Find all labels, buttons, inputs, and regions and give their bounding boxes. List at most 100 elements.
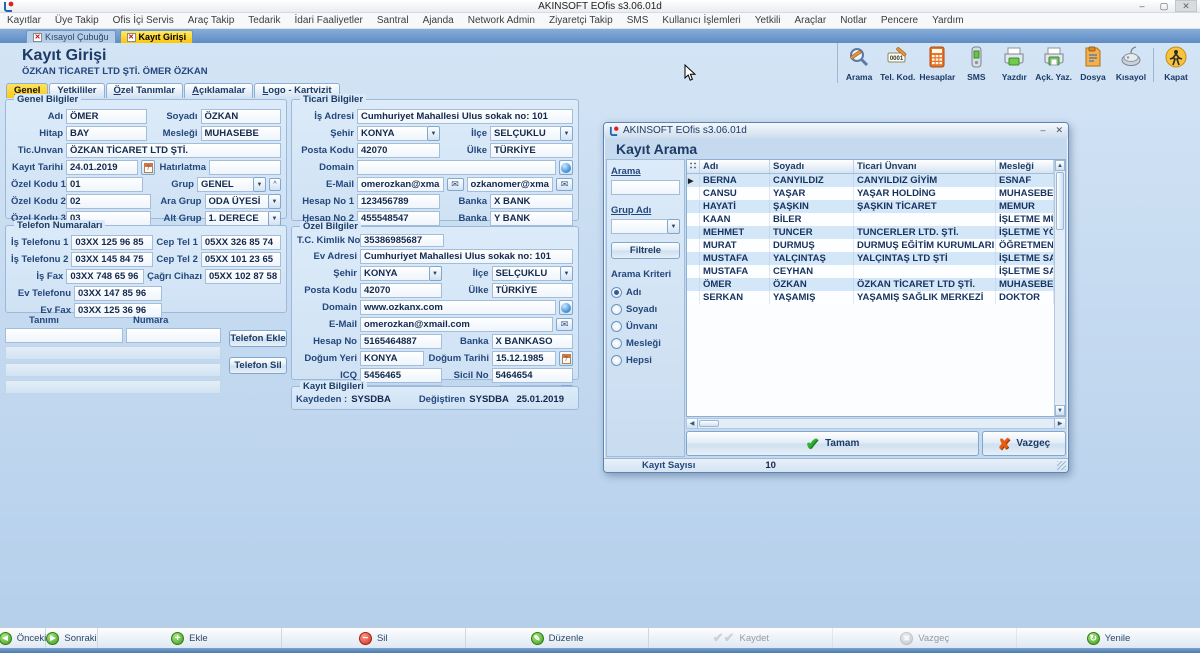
filtrele-button[interactable]: Filtrele	[611, 242, 680, 259]
alt-grup-field[interactable]	[205, 211, 269, 226]
vazgec-button[interactable]: ✘ Vazgeç	[982, 431, 1066, 456]
hesap-no1-field[interactable]	[357, 194, 440, 209]
menu-item[interactable]: Tedarik	[241, 15, 287, 26]
menu-item[interactable]: Ziyaretçi Takip	[542, 15, 620, 26]
ozel-kodu1-field[interactable]	[66, 177, 143, 192]
acik-yazdir-button[interactable]: Açk. Yaz.	[1033, 45, 1074, 82]
kayit-tarihi-field[interactable]	[66, 160, 138, 175]
tab-kayit-girisi[interactable]: ✕ Kayıt Girişi	[120, 30, 194, 43]
horizontal-scrollbar[interactable]: ◀ ▶	[686, 418, 1066, 429]
kaydet-button[interactable]: ✔✔ Kaydet	[649, 628, 833, 648]
banka1-field[interactable]	[490, 194, 573, 209]
resize-grip[interactable]	[1057, 461, 1066, 470]
ara-grup-field[interactable]	[205, 194, 269, 209]
vertical-scrollbar[interactable]: ▲ ▼	[1054, 160, 1065, 416]
grup-adi-dropdown[interactable]: ▼	[611, 219, 680, 234]
menu-item[interactable]: Pencere	[874, 15, 925, 26]
numara-field[interactable]	[126, 328, 221, 343]
alt-grup-dropdown[interactable]: ▼	[205, 211, 282, 226]
form-tab[interactable]: Açıklamalar	[184, 83, 253, 98]
tab-close-icon[interactable]: ✕	[127, 33, 136, 42]
tab-kisayol-cubugu[interactable]: ✕ Kısayol Çubuğu	[26, 30, 116, 43]
dialog-minimize-icon[interactable]: –	[1040, 125, 1045, 136]
mail-icon[interactable]: ✉	[447, 178, 464, 191]
tab-close-icon[interactable]: ✕	[33, 33, 42, 42]
dosya-button[interactable]: Dosya	[1074, 45, 1112, 82]
telefon-list-row[interactable]	[5, 346, 221, 360]
meslegi-field[interactable]	[201, 126, 282, 141]
mail-icon[interactable]: ✉	[556, 178, 573, 191]
sil-button[interactable]: − Sil	[282, 628, 466, 648]
ticunvan-field[interactable]	[66, 143, 281, 158]
menu-item[interactable]: Kayıtlar	[0, 15, 48, 26]
cagri-cihazi-field[interactable]	[205, 269, 281, 284]
kisayol-button[interactable]: Kısayol	[1112, 45, 1150, 82]
domain-field[interactable]	[360, 300, 556, 315]
table-row[interactable]: BERNA CANYILDIZ CANYILDIZ GİYİM ESNAF	[687, 174, 1054, 187]
onceki-button[interactable]: ◀ Önceki	[0, 628, 46, 648]
sms-button[interactable]: SMS	[957, 45, 995, 82]
hesap-no2-field[interactable]	[357, 211, 440, 226]
tel-kod-button[interactable]: 0001 Tel. Kod.	[878, 45, 917, 82]
grup-expand-button[interactable]: ^	[269, 178, 281, 191]
table-row[interactable]: MEHMET TUNCER TUNCERLER LTD. ŞTİ. İŞLETM…	[687, 226, 1054, 239]
ozel-kodu2-field[interactable]	[66, 194, 151, 209]
radio-icon[interactable]	[611, 287, 622, 298]
ev-telefonu-field[interactable]	[74, 286, 162, 301]
chevron-down-icon[interactable]: ▼	[253, 177, 266, 192]
table-row[interactable]: HAYATİ ŞAŞKIN ŞAŞKIN TİCARET MEMUR	[687, 200, 1054, 213]
email2-field[interactable]	[467, 177, 554, 192]
domain-field[interactable]	[357, 160, 556, 175]
dogum-tarihi-field[interactable]	[492, 351, 556, 366]
menu-item[interactable]: Üye Takip	[48, 15, 106, 26]
radio-option[interactable]: Hepsi	[611, 352, 680, 369]
kapat-button[interactable]: Kapat	[1157, 45, 1195, 82]
hitap-field[interactable]	[66, 126, 147, 141]
telefon-sil-button[interactable]: Telefon Sil	[229, 357, 287, 374]
posta-kodu-field[interactable]	[357, 143, 440, 158]
close-icon[interactable]: ✕	[1175, 0, 1197, 12]
table-row[interactable]: SERKAN YAŞAMIŞ YAŞAMIŞ SAĞLIK MERKEZİ DO…	[687, 291, 1054, 304]
arama-button[interactable]: Arama	[840, 45, 878, 82]
ulke-field[interactable]	[490, 143, 573, 158]
ulke-field[interactable]	[492, 283, 574, 298]
banka2-field[interactable]	[490, 211, 573, 226]
grup-adi-input[interactable]	[611, 219, 667, 234]
radio-icon[interactable]	[611, 338, 622, 349]
chevron-down-icon[interactable]: ▼	[429, 266, 442, 281]
column-header-meslek[interactable]: Mesleği	[996, 160, 1054, 173]
table-row[interactable]: CANSU YAŞAR YAŞAR HOLDİNG MUHASEBE	[687, 187, 1054, 200]
cep-tel1-field[interactable]	[201, 235, 281, 250]
globe-button[interactable]	[559, 300, 573, 315]
email1-field[interactable]	[357, 177, 444, 192]
sehir-field[interactable]	[360, 266, 429, 281]
adi-field[interactable]	[66, 109, 147, 124]
ilce-field[interactable]	[490, 126, 560, 141]
chevron-down-icon[interactable]: ▼	[560, 266, 573, 281]
menu-item[interactable]: Ofis İçi Servis	[106, 15, 181, 26]
ev-adresi-field[interactable]	[360, 249, 573, 264]
column-header-unvan[interactable]: Ticari Ünvanı	[854, 160, 996, 173]
sehir-dropdown[interactable]: ▼	[360, 266, 442, 281]
globe-button[interactable]	[559, 160, 573, 175]
radio-option[interactable]: Soyadı	[611, 301, 680, 318]
chevron-down-icon[interactable]: ▼	[427, 126, 440, 141]
yazdir-button[interactable]: Yazdır	[995, 45, 1033, 82]
table-row[interactable]: KAAN BİLER İŞLETME MÜDÜRÜ	[687, 213, 1054, 226]
menu-item[interactable]: Notlar	[833, 15, 874, 26]
telefon-list-row[interactable]	[5, 380, 221, 394]
radio-icon[interactable]	[611, 355, 622, 366]
scroll-left-icon[interactable]: ◀	[687, 419, 698, 428]
scroll-up-icon[interactable]: ▲	[1055, 160, 1065, 171]
table-row[interactable]: MUSTAFA YALÇINTAŞ YALÇINTAŞ LTD ŞTİ İŞLE…	[687, 252, 1054, 265]
chevron-down-icon[interactable]: ▼	[268, 194, 281, 209]
grup-field[interactable]	[197, 177, 253, 192]
menu-item[interactable]: Kullanıcı İşlemleri	[655, 15, 747, 26]
telefon-list-row[interactable]	[5, 363, 221, 377]
scroll-thumb[interactable]	[699, 420, 719, 427]
sicil-no-field[interactable]	[492, 368, 574, 383]
sehir-dropdown[interactable]: ▼	[357, 126, 440, 141]
chevron-down-icon[interactable]: ▼	[667, 219, 680, 234]
tanimi-field[interactable]	[5, 328, 123, 343]
telefon-ekle-button[interactable]: Telefon Ekle	[229, 330, 287, 347]
